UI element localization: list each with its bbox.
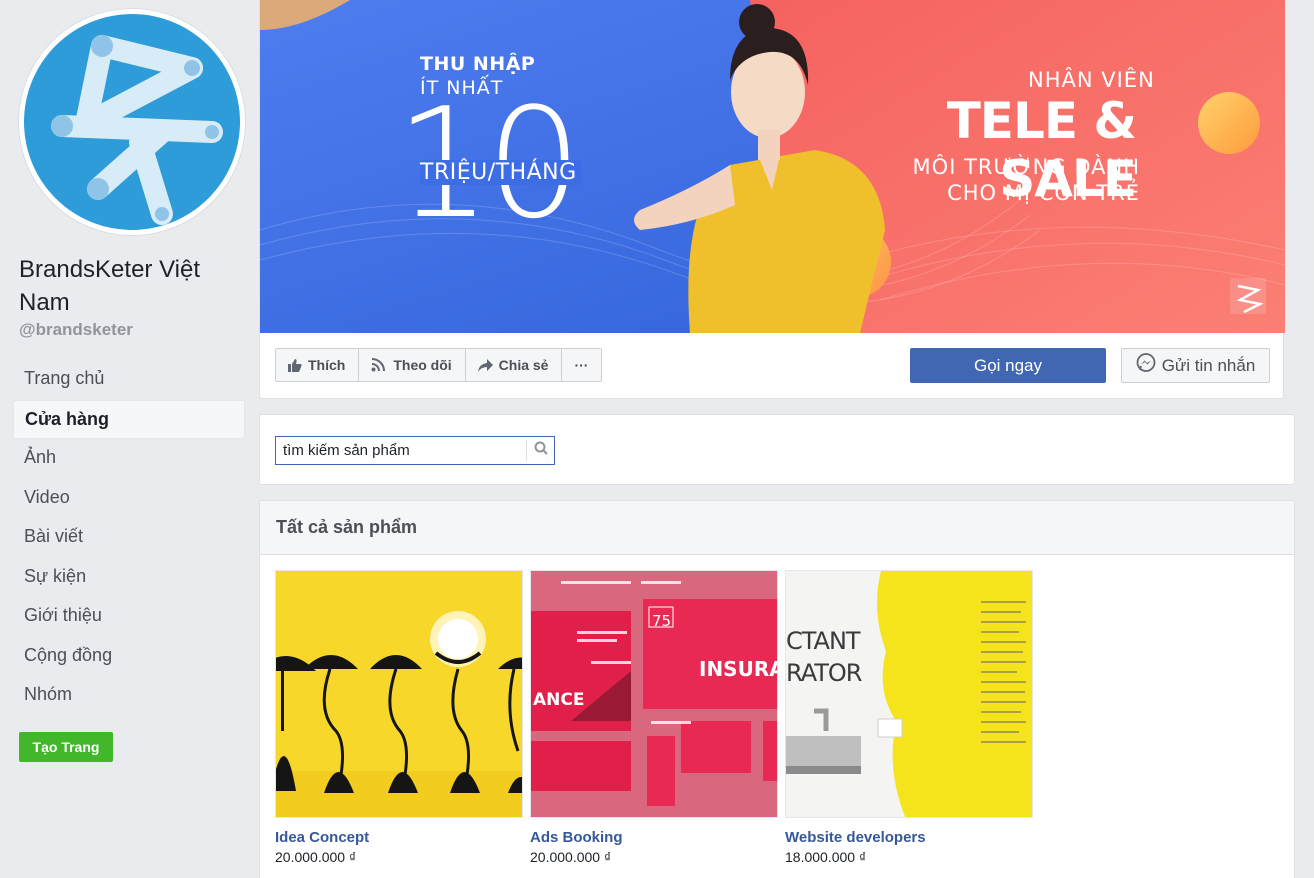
- send-message-button[interactable]: Gửi tin nhắn: [1121, 348, 1270, 383]
- product-search-box: [275, 436, 555, 465]
- web-thumb-line2: RATOR: [786, 659, 862, 687]
- nav-item-home[interactable]: Trang chủ: [13, 360, 245, 400]
- share-arrow-icon: [477, 358, 493, 372]
- share-label: Chia sẻ: [498, 357, 549, 373]
- cover-photo[interactable]: THU NHẬP ÍT NHẤT 10 TRIỆU/THÁNG NHÂN VIÊ…: [260, 0, 1285, 333]
- product-price: 20.000.000 ₫: [530, 849, 612, 865]
- product-image-ads[interactable]: 75 INSURANCE ANCE: [530, 570, 778, 818]
- share-button[interactable]: Chia sẻ: [466, 349, 563, 381]
- nav-item-community[interactable]: Cộng đồng: [13, 637, 245, 677]
- call-now-button[interactable]: Gọi ngay: [910, 348, 1106, 383]
- messenger-icon: [1136, 353, 1156, 378]
- product-image-lamps[interactable]: [275, 570, 523, 818]
- cover-role-label: NHÂN VIÊN: [1028, 68, 1155, 92]
- product-name[interactable]: Ads Booking: [530, 829, 778, 846]
- product-card[interactable]: Idea Concept 20.000.000 ₫: [275, 570, 523, 865]
- product-search-card: [259, 414, 1295, 485]
- products-heading: Tất cả sản phẩm: [260, 501, 1294, 555]
- nav-item-groups[interactable]: Nhóm: [13, 676, 245, 716]
- page-action-bar: Thích Theo dõi Chia sẻ ···: [275, 348, 603, 382]
- nav-item-shop[interactable]: Cửa hàng: [13, 399, 245, 439]
- more-options-button[interactable]: ···: [562, 349, 601, 381]
- ads-thumb-number: 75: [652, 612, 672, 630]
- cover-env-line1: MÔI TRƯỜNG DÀNH: [912, 155, 1140, 179]
- page-username: @brandsketer: [19, 320, 133, 339]
- left-column: BrandsKeter Việt Nam @brandsketer Trang …: [0, 0, 258, 878]
- like-label: Thích: [308, 357, 346, 373]
- brand-logo: [24, 14, 240, 230]
- product-price: 18.000.000 ₫: [785, 849, 867, 865]
- like-button[interactable]: Thích: [276, 349, 360, 381]
- cover-income-title: THU NHẬP: [420, 53, 536, 75]
- cover-card: THU NHẬP ÍT NHẤT 10 TRIỆU/THÁNG NHÂN VIÊ…: [259, 0, 1285, 399]
- rss-icon: [371, 358, 387, 372]
- page-nav: Trang chủ Cửa hàng Ảnh Video Bài viết Sự…: [13, 360, 245, 716]
- follow-button[interactable]: Theo dõi: [359, 349, 466, 381]
- send-message-label: Gửi tin nhắn: [1161, 355, 1256, 375]
- cover-env-line2: CHO MỊ CÒN TRẺ: [947, 181, 1140, 205]
- products-card: Tất cả sản phẩm Idea Concept 20.000.000 …: [259, 500, 1295, 878]
- product-search-input[interactable]: [276, 437, 526, 464]
- product-image-website[interactable]: CTANT RATOR: [785, 570, 1033, 818]
- search-button[interactable]: [526, 440, 554, 461]
- product-card[interactable]: 75 INSURANCE ANCE Ads Booking 20.000.000…: [530, 570, 778, 865]
- nav-item-posts[interactable]: Bài viết: [13, 518, 245, 558]
- thumbs-up-icon: [288, 358, 302, 372]
- nav-item-videos[interactable]: Video: [13, 479, 245, 519]
- page-title[interactable]: BrandsKeter Việt Nam: [19, 253, 239, 319]
- nav-item-about[interactable]: Giới thiệu: [13, 597, 245, 637]
- follow-label: Theo dõi: [393, 357, 452, 373]
- web-thumb-line1: CTANT: [786, 627, 861, 655]
- nav-item-events[interactable]: Sự kiện: [13, 558, 245, 598]
- ads-thumb-ance: ANCE: [533, 690, 585, 710]
- cover-income-unit: TRIỆU/THÁNG: [420, 160, 581, 185]
- product-card[interactable]: CTANT RATOR Website developers 18.000.00…: [785, 570, 1033, 865]
- nav-item-photos[interactable]: Ảnh: [13, 439, 245, 479]
- product-name[interactable]: Website developers: [785, 829, 1033, 846]
- create-page-button[interactable]: Tạo Trang: [19, 732, 113, 762]
- ads-thumb-brand: INSURANCE: [699, 657, 777, 681]
- search-icon: [534, 441, 548, 460]
- product-name[interactable]: Idea Concept: [275, 829, 523, 846]
- more-dots-icon: ···: [574, 357, 589, 373]
- product-price: 20.000.000 ₫: [275, 849, 357, 865]
- page-avatar[interactable]: [19, 9, 245, 235]
